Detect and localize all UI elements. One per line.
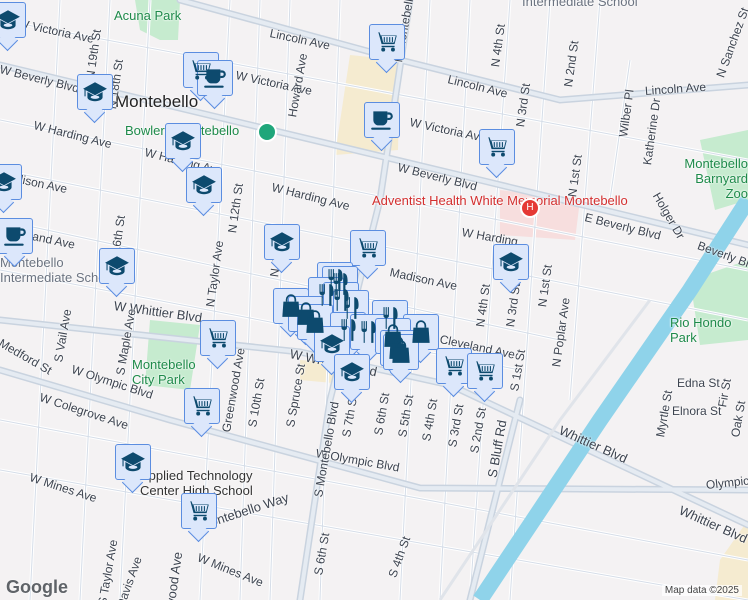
coffee-cup-icon: [202, 65, 228, 91]
coffee-cup-icon: [2, 223, 28, 249]
school-marker[interactable]: [334, 354, 370, 390]
school-marker[interactable]: [0, 2, 26, 38]
graduation-cap-icon: [319, 331, 345, 357]
grocery-marker[interactable]: [184, 388, 220, 424]
school-marker[interactable]: [186, 167, 222, 203]
shopping-marker[interactable]: [383, 334, 419, 370]
barnyard-zoo-label[interactable]: Montebello Barnyard Zoo: [676, 156, 748, 201]
city-park-label[interactable]: Montebello City Park: [132, 357, 202, 387]
graduation-cap-icon: [269, 229, 295, 255]
cart-icon: [355, 235, 381, 261]
map-attribution[interactable]: Map data ©2025: [661, 585, 742, 596]
school-marker[interactable]: [0, 164, 22, 200]
school-marker[interactable]: [77, 74, 113, 110]
grocery-marker[interactable]: [436, 348, 472, 384]
street-label: Edna St: [677, 376, 720, 390]
bowlero-pin-icon[interactable]: [257, 122, 277, 142]
graduation-cap-icon: [191, 172, 217, 198]
street-label: Elnora St: [672, 404, 722, 418]
acuna-park-label[interactable]: Acuna Park: [114, 8, 181, 23]
grocery-marker[interactable]: [479, 129, 515, 165]
cart-icon: [186, 498, 212, 524]
cart-icon: [441, 353, 467, 379]
map-canvas[interactable]: Acuna Park Montebello Bowlero Montebello…: [0, 0, 748, 600]
school-marker[interactable]: [314, 326, 350, 362]
school-marker[interactable]: [115, 444, 151, 480]
graduation-cap-icon: [339, 359, 365, 385]
cart-icon: [189, 393, 215, 419]
cafe-marker[interactable]: [197, 60, 233, 96]
grocery-marker[interactable]: [369, 24, 405, 60]
graduation-cap-icon: [498, 249, 524, 275]
school-marker[interactable]: [165, 123, 201, 159]
cart-icon: [205, 325, 231, 351]
cart-icon: [484, 134, 510, 160]
cart-icon: [374, 29, 400, 55]
google-logo[interactable]: Google: [6, 577, 68, 598]
cafe-marker[interactable]: [0, 218, 33, 254]
graduation-cap-icon: [0, 7, 21, 33]
city-label: Montebello: [115, 92, 199, 111]
graduation-cap-icon: [0, 169, 17, 195]
school-marker[interactable]: [493, 244, 529, 280]
coffee-cup-icon: [369, 107, 395, 133]
graduation-cap-icon: [170, 128, 196, 154]
grocery-marker[interactable]: [350, 230, 386, 266]
grocery-marker[interactable]: [200, 320, 236, 356]
fork-knife-icon: [355, 319, 381, 345]
graduation-cap-icon: [82, 79, 108, 105]
graduation-cap-icon: [120, 449, 146, 475]
grocery-marker[interactable]: [467, 353, 503, 389]
shopping-bag-icon: [388, 339, 414, 365]
school-marker[interactable]: [99, 248, 135, 284]
graduation-cap-icon: [104, 253, 130, 279]
intermediate-school-top-label[interactable]: Intermediate School: [522, 0, 638, 9]
school-marker[interactable]: [264, 224, 300, 260]
adventist-label[interactable]: Adventist Health White Memorial Montebel…: [372, 193, 628, 208]
grocery-marker[interactable]: [181, 493, 217, 529]
cart-icon: [472, 358, 498, 384]
cafe-marker[interactable]: [364, 102, 400, 138]
rio-hondo-park-label[interactable]: Rio Hondo Park: [670, 315, 740, 345]
hospital-icon[interactable]: H: [520, 198, 540, 218]
